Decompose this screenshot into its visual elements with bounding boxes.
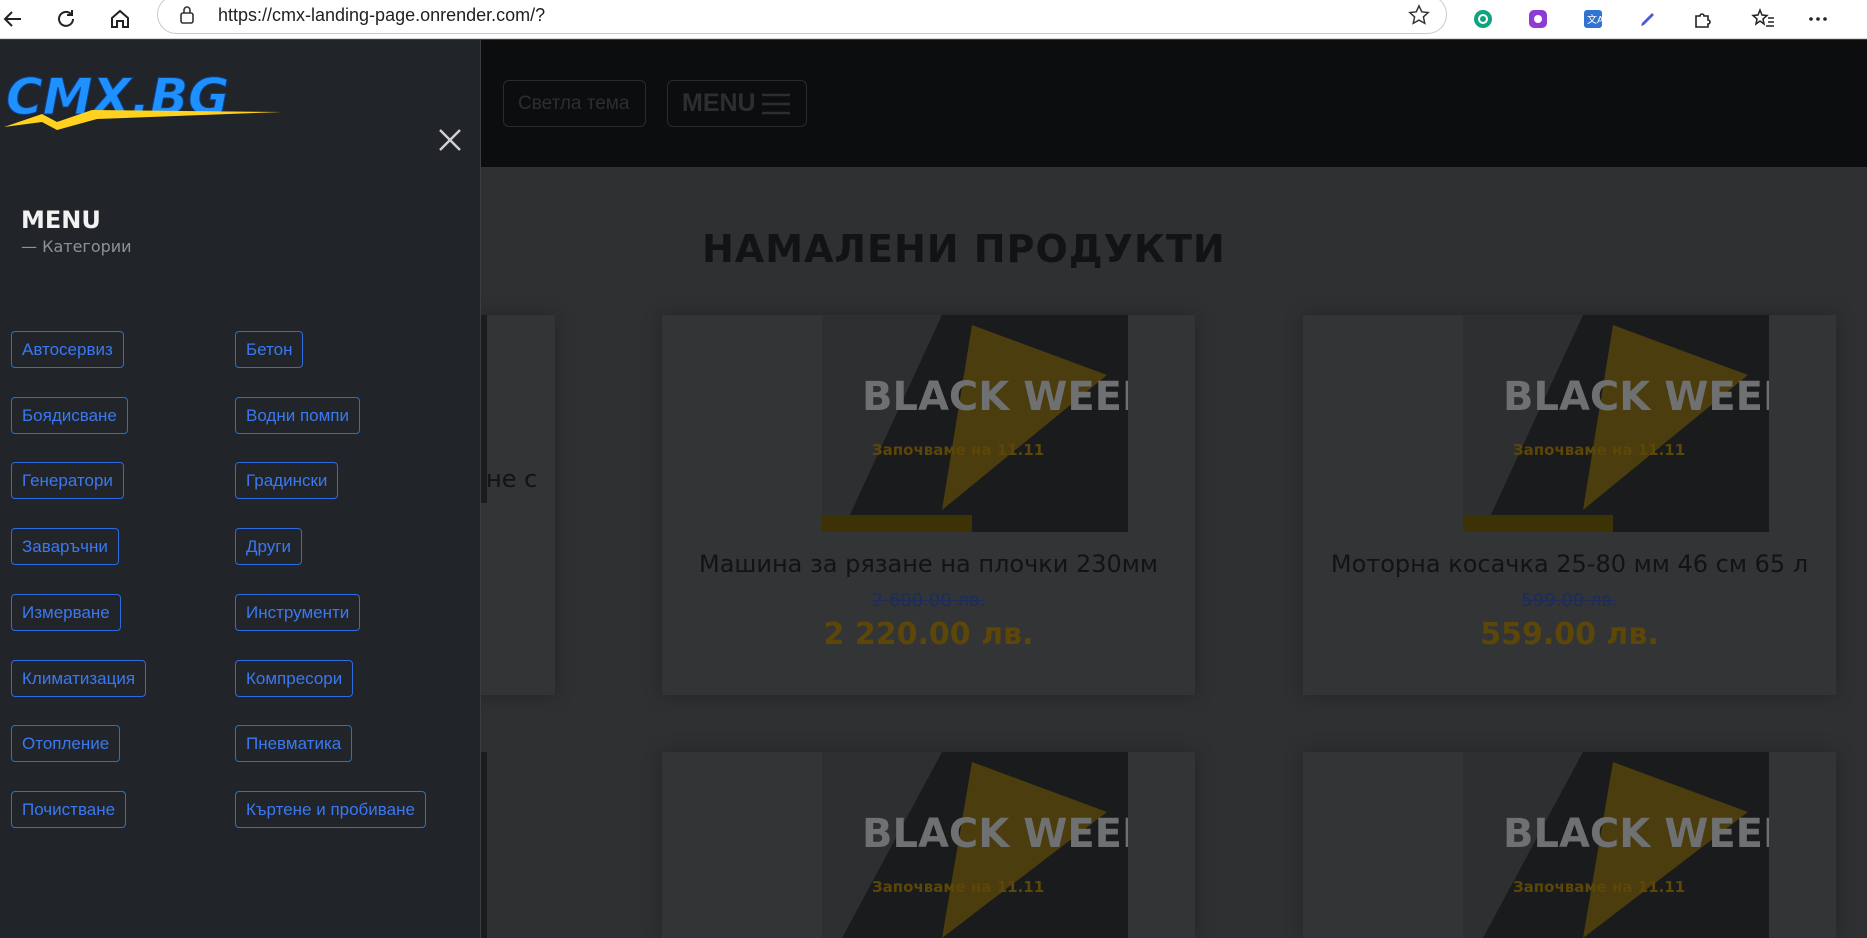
category-vodni-pompi[interactable]: Водни помпи: [235, 397, 360, 434]
category-instrumenti[interactable]: Инструменти: [235, 594, 361, 631]
refresh-icon[interactable]: [53, 6, 79, 32]
translate-icon[interactable]: 文A: [1580, 6, 1606, 32]
category-boyadisvane[interactable]: Боядисване: [11, 397, 128, 434]
category-zavarachni[interactable]: Заваръчни: [11, 528, 119, 565]
category-beton[interactable]: Бетон: [235, 331, 304, 368]
category-klimatizatsiya[interactable]: Климатизация: [11, 660, 147, 697]
category-pochistvane[interactable]: Почистване: [11, 791, 127, 828]
cmx-logo-image: CMX.BG: [4, 68, 282, 130]
back-icon[interactable]: [0, 6, 26, 32]
category-kompresori[interactable]: Компресори: [235, 660, 354, 697]
home-icon[interactable]: [107, 6, 133, 32]
lock-icon[interactable]: [178, 5, 196, 29]
address-bar[interactable]: https://cmx-landing-page.onrender.com/?: [157, 0, 1447, 34]
site-logo[interactable]: CMX.BG: [2, 62, 292, 134]
pen-icon[interactable]: [1635, 6, 1661, 32]
offcanvas-menu: CMX.BG MENU — Категории Автосервиз Бояди…: [0, 40, 481, 938]
category-kartene-probivane[interactable]: Къртене и пробиване: [235, 791, 426, 828]
drawer-subtitle: — Категории: [21, 237, 132, 256]
category-avtoservis[interactable]: Автосервиз: [11, 331, 124, 368]
favorites-icon[interactable]: [1750, 6, 1776, 32]
category-otoplenie[interactable]: Отопление: [11, 725, 121, 762]
category-drugi[interactable]: Други: [235, 528, 302, 565]
puzzle-icon[interactable]: [1690, 6, 1716, 32]
browser-toolbar: https://cmx-landing-page.onrender.com/? …: [0, 0, 1867, 39]
svg-text:文A: 文A: [1587, 13, 1604, 26]
chatgpt-icon[interactable]: [1470, 6, 1496, 32]
category-izmervane[interactable]: Измерване: [11, 594, 121, 631]
extension-purple-icon[interactable]: [1525, 6, 1551, 32]
star-icon[interactable]: [1408, 4, 1430, 30]
category-gradinski[interactable]: Градински: [235, 462, 339, 499]
drawer-title: MENU: [21, 206, 101, 234]
close-icon[interactable]: [436, 126, 464, 154]
url-text[interactable]: https://cmx-landing-page.onrender.com/?: [218, 5, 545, 26]
category-pnevmatika[interactable]: Пневматика: [235, 725, 353, 762]
more-icon[interactable]: [1805, 6, 1831, 32]
category-generatori[interactable]: Генератори: [11, 462, 124, 499]
